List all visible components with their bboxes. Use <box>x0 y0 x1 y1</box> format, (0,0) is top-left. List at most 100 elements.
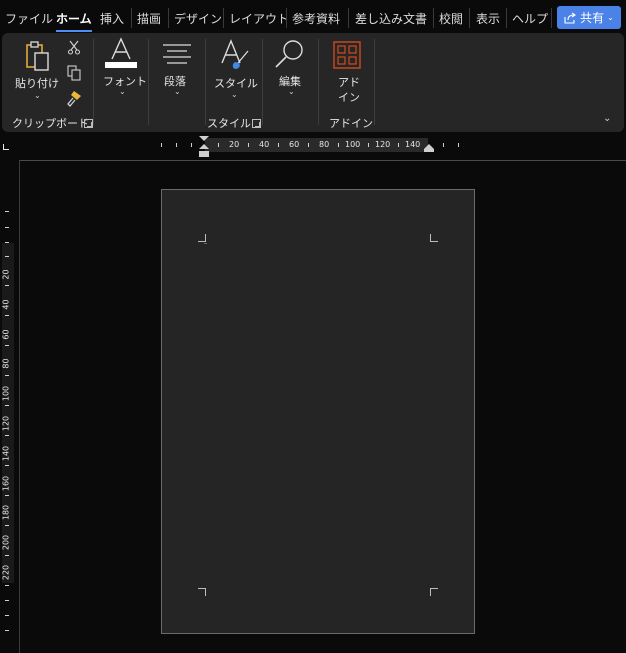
ruler-tick <box>443 143 444 147</box>
tab-separator <box>348 8 349 28</box>
ruler-number: 220 <box>1 564 11 581</box>
group-separator <box>93 39 94 125</box>
ribbon-tab-bar: ファイル ホーム 挿入 描画 デザイン レイアウト 参考資料 差し込み文書 校閲… <box>0 0 626 34</box>
ruler-number: 40 <box>1 299 11 310</box>
tab-file[interactable]: ファイル <box>5 10 53 27</box>
clipboard-group-label: クリップボード <box>12 117 89 130</box>
ruler-tick <box>5 615 9 616</box>
styles-button[interactable]: スタイル <box>214 75 258 91</box>
ruler-number: 160 <box>1 475 11 491</box>
styles-dialog-launcher[interactable] <box>252 119 261 128</box>
addin-button-line2[interactable]: イン <box>338 89 360 105</box>
font-icon[interactable] <box>104 37 138 69</box>
ruler-number: 140 <box>405 140 421 149</box>
copy-icon[interactable] <box>67 65 82 81</box>
ruler-tick <box>5 585 9 586</box>
share-icon <box>564 12 577 24</box>
paste-icon[interactable] <box>25 40 51 72</box>
group-separator <box>205 39 206 125</box>
ruler-tick <box>278 143 279 147</box>
chevron-down-icon[interactable]: ⌄ <box>288 87 295 96</box>
group-separator <box>262 39 263 125</box>
ruler-tick <box>398 143 399 147</box>
ruler-tick <box>5 315 9 316</box>
crop-mark-top-left <box>198 234 206 242</box>
cut-icon[interactable] <box>67 40 81 55</box>
share-button[interactable]: 共有 ⌄ <box>557 6 621 29</box>
ruler-tick <box>218 143 219 147</box>
chevron-down-icon[interactable]: ⌄ <box>231 90 238 99</box>
chevron-down-icon[interactable]: ⌄ <box>607 13 614 22</box>
paragraph-icon[interactable] <box>162 43 192 65</box>
group-separator <box>148 39 149 125</box>
tab-separator <box>223 8 224 28</box>
tab-separator <box>469 8 470 28</box>
crop-mark-top-right <box>430 234 438 242</box>
group-separator <box>374 39 375 125</box>
tab-view[interactable]: 表示 <box>476 10 500 27</box>
tab-references[interactable]: 参考資料 <box>292 10 340 27</box>
ruler-number: 20 <box>229 140 240 149</box>
search-icon[interactable] <box>274 38 306 70</box>
ruler-number: 40 <box>259 140 270 149</box>
ruler-tick <box>5 242 9 243</box>
ribbon-home: 貼り付け ⌄ クリップボード フォント ⌄ 段落 ⌄ スタイル ⌄ スタイル 編… <box>2 33 624 132</box>
ruler-tick <box>308 143 309 147</box>
ruler-number: 120 <box>375 140 391 149</box>
ruler-tick <box>248 143 249 147</box>
crop-mark-bottom-left <box>198 588 206 596</box>
styles-group-label: スタイル <box>207 117 251 130</box>
chevron-down-icon[interactable]: ⌄ <box>119 87 126 96</box>
tab-draw[interactable]: 描画 <box>137 10 161 27</box>
right-indent-marker[interactable] <box>423 143 435 153</box>
collapse-ribbon-icon[interactable]: ⌄ <box>603 113 611 124</box>
ruler-tick <box>161 143 162 147</box>
group-separator <box>318 39 319 125</box>
tab-layout[interactable]: レイアウト <box>229 10 289 27</box>
ruler-number: 80 <box>1 358 11 369</box>
ruler-tick <box>5 285 9 286</box>
tab-separator <box>506 8 507 28</box>
ruler-tick <box>176 143 177 147</box>
ruler-number: 60 <box>1 329 11 340</box>
addin-button-line1[interactable]: アド <box>338 74 360 90</box>
tab-review[interactable]: 校閲 <box>439 10 463 27</box>
ruler-tick <box>5 375 9 376</box>
ruler-number: 140 <box>1 445 11 461</box>
ruler-tick <box>5 465 9 466</box>
chevron-down-icon[interactable]: ⌄ <box>34 91 41 100</box>
share-label: 共有 <box>580 11 605 25</box>
text-cursor <box>204 243 207 244</box>
ruler-number: 200 <box>1 535 11 551</box>
tab-insert[interactable]: 挿入 <box>100 10 124 27</box>
tab-design[interactable]: デザイン <box>174 10 222 27</box>
tab-separator <box>551 8 552 28</box>
ruler-tick <box>458 143 459 147</box>
tab-selector-icon[interactable] <box>3 144 9 150</box>
paste-button[interactable]: 貼り付け <box>15 75 59 91</box>
styles-icon[interactable] <box>218 39 252 71</box>
indent-markers[interactable] <box>198 135 210 159</box>
ruler-tick <box>5 555 9 556</box>
ruler-number: 120 <box>1 415 11 432</box>
chevron-down-icon[interactable]: ⌄ <box>174 87 181 96</box>
tab-separator <box>433 8 434 28</box>
ruler-tick <box>191 143 192 147</box>
addin-icon[interactable] <box>333 41 361 69</box>
ruler-number: 80 <box>319 140 330 149</box>
tab-help[interactable]: ヘルプ <box>512 10 548 27</box>
format-painter-icon[interactable] <box>66 90 83 107</box>
tab-home[interactable]: ホーム <box>56 10 92 32</box>
ruler-number: 60 <box>289 140 300 149</box>
document-page[interactable] <box>161 189 475 634</box>
clipboard-dialog-launcher[interactable] <box>84 119 93 128</box>
ruler-tick <box>5 227 9 228</box>
tab-mailings[interactable]: 差し込み文書 <box>355 10 427 27</box>
ruler-tick <box>5 256 9 257</box>
ruler-tick <box>5 495 9 496</box>
ruler-tick <box>5 405 9 406</box>
ruler-tick <box>368 143 369 147</box>
ruler-tick <box>5 211 9 212</box>
ruler-tick <box>5 345 9 346</box>
ruler-number: 100 <box>1 386 11 402</box>
